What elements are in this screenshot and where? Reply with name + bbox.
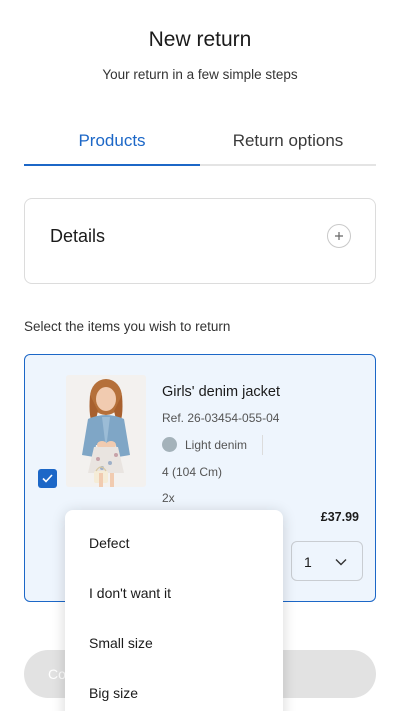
color-swatch bbox=[162, 437, 177, 452]
item-checkbox[interactable] bbox=[38, 469, 57, 488]
tab-return-options[interactable]: Return options bbox=[200, 120, 376, 164]
product-size: 4 (104 Cm) bbox=[162, 465, 223, 479]
chevron-down-icon bbox=[335, 559, 347, 566]
return-quantity-select[interactable]: 1 bbox=[291, 541, 363, 581]
product-color: Light denim bbox=[185, 438, 248, 452]
product-ref: Ref. 26-03454-055-04 bbox=[162, 411, 280, 425]
return-reason-dropdown: Defect I don't want it Small size Big si… bbox=[65, 510, 283, 711]
details-accordion[interactable]: Details bbox=[24, 198, 376, 284]
product-image bbox=[66, 375, 146, 487]
page-title: New return bbox=[148, 28, 252, 51]
details-label: Details bbox=[50, 226, 106, 246]
plus-icon[interactable] bbox=[327, 224, 351, 248]
reason-option-small-size[interactable]: Small size bbox=[89, 635, 153, 651]
select-items-prompt: Select the items you wish to return bbox=[24, 319, 231, 334]
return-quantity-value: 1 bbox=[304, 554, 312, 570]
reason-option-defect[interactable]: Defect bbox=[89, 535, 129, 551]
plus-icon-glyph bbox=[335, 232, 343, 240]
product-name: Girls' denim jacket bbox=[162, 384, 280, 400]
tab-products[interactable]: Products bbox=[24, 120, 200, 166]
divider bbox=[262, 435, 263, 455]
reason-option-big-size[interactable]: Big size bbox=[89, 685, 138, 701]
check-icon bbox=[42, 474, 53, 483]
reason-option-dont-want[interactable]: I don't want it bbox=[89, 585, 171, 601]
product-quantity: 2x bbox=[162, 491, 175, 505]
page-subtitle: Your return in a few simple steps bbox=[102, 67, 298, 82]
girl-denim-jacket-illustration bbox=[66, 375, 146, 487]
tab-bar: Products Return options bbox=[24, 120, 376, 166]
product-price: £37.99 bbox=[320, 510, 359, 524]
